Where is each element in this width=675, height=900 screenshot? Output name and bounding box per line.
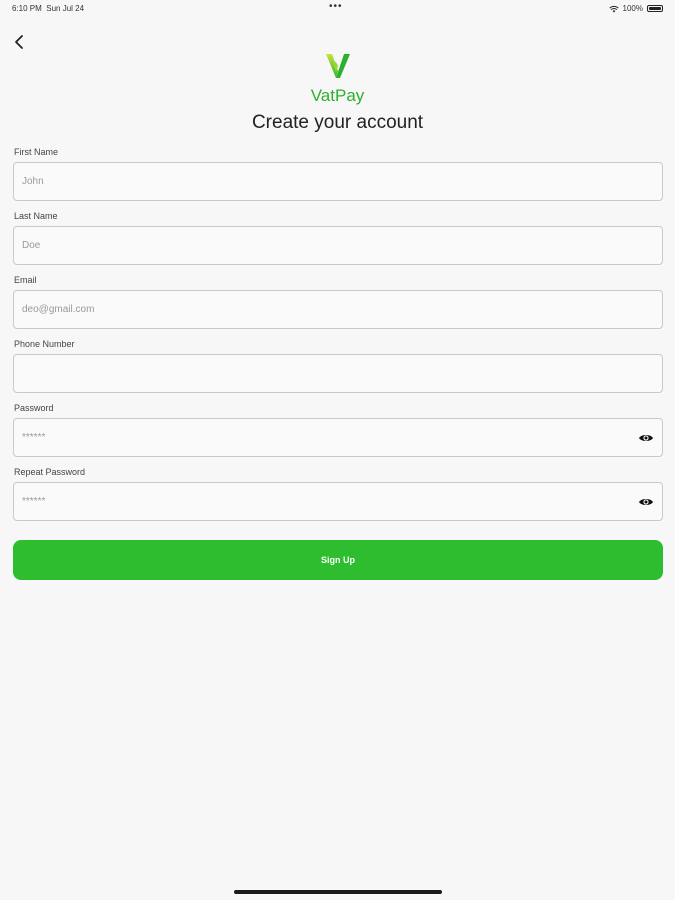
eye-icon[interactable] [638,431,654,445]
email-input[interactable] [22,291,626,328]
last-name-field[interactable] [13,226,663,265]
last-name-label: Last Name [14,211,58,221]
email-label: Email [14,275,37,285]
phone-field[interactable] [13,354,663,393]
status-bar: 6:10 PM Sun Jul 24 ••• 100% [0,0,675,18]
battery-percent: 100% [622,4,643,13]
first-name-field[interactable] [13,162,663,201]
first-name-label: First Name [14,147,59,157]
status-date-text: Sun Jul 24 [46,4,85,13]
password-input[interactable] [22,419,626,456]
last-name-input[interactable] [22,227,626,264]
status-time-text: 6:10 PM [12,4,42,13]
password-field[interactable] [13,418,663,457]
phone-label: Phone Number [14,339,75,349]
back-button[interactable] [8,30,30,54]
password-label: Password [14,403,54,413]
status-time: 6:10 PM Sun Jul 24 [12,4,84,13]
multitasking-dots[interactable]: ••• [329,1,343,12]
brand-name: VatPay [310,86,365,105]
home-indicator[interactable] [234,890,442,894]
status-indicators: 100% [608,4,663,13]
first-name-input[interactable] [22,163,626,200]
battery-icon [647,5,663,12]
vatpay-logo-icon [326,54,350,78]
repeat-password-input[interactable] [22,483,626,520]
phone-input[interactable] [22,355,626,392]
repeat-password-label: Repeat Password [14,467,86,477]
sign-up-button[interactable]: Sign Up [13,540,663,580]
page-title: Create your account [251,112,424,133]
wifi-icon [608,5,619,12]
eye-icon[interactable] [638,495,654,509]
chevron-left-icon [15,35,23,49]
repeat-password-field[interactable] [13,482,663,521]
email-field[interactable] [13,290,663,329]
